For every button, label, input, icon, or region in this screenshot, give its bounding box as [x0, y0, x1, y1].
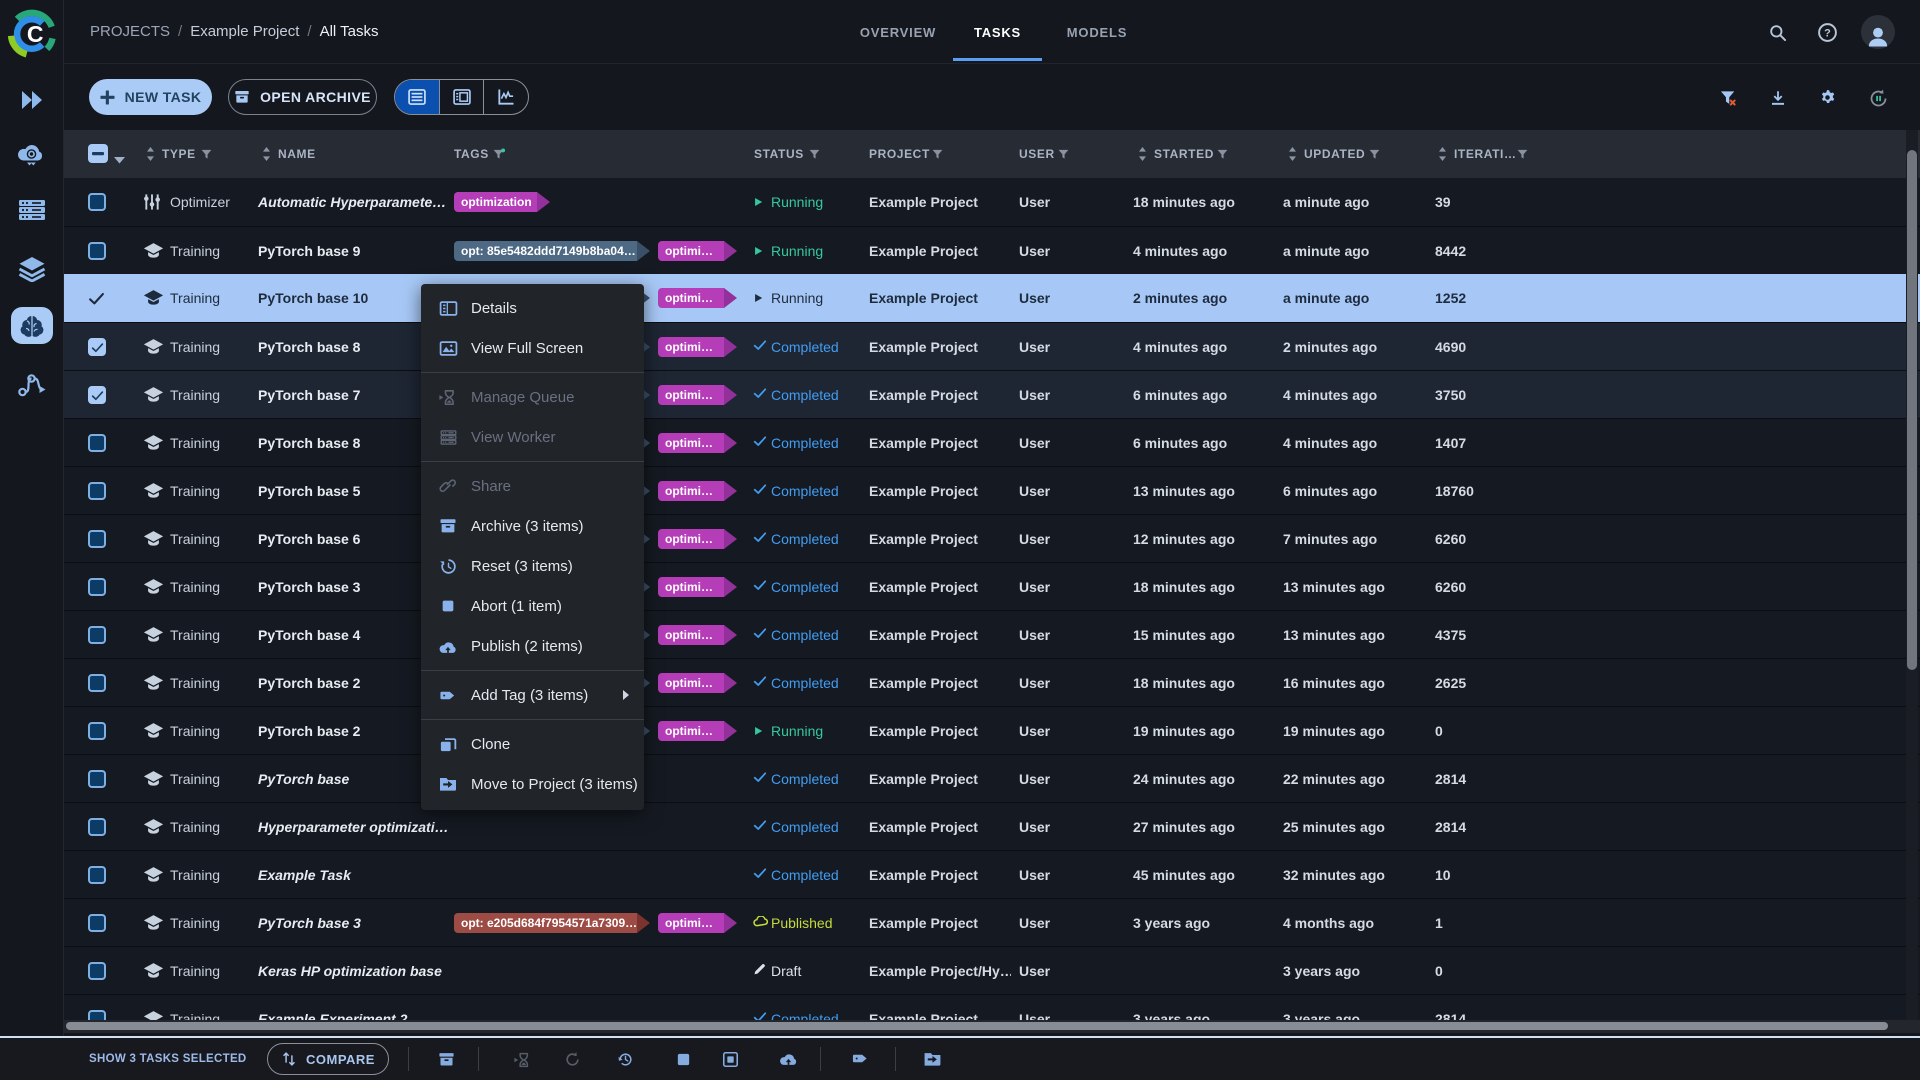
svg-text:?: ? [1824, 27, 1831, 39]
svg-text:C: C [27, 21, 44, 47]
